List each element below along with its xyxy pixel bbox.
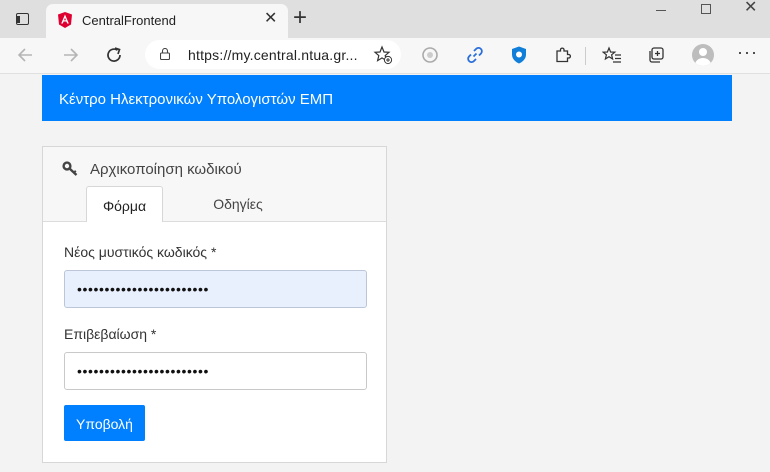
tab-form-label: Φόρμα — [102, 198, 147, 214]
shield-icon[interactable] — [509, 45, 529, 65]
toolbar-separator — [585, 47, 586, 65]
site-header: Κέντρο Ηλεκτρονικών Υπολογιστών ΕΜΠ — [42, 75, 732, 121]
card-header: Αρχικοποίηση κωδικού Φόρμα Οδηγίες — [43, 147, 386, 222]
submit-button[interactable]: Υποβολή — [64, 405, 145, 441]
confirm-password-label: Επιβεβαίωση * — [64, 326, 157, 342]
tab-actions-icon[interactable] — [16, 13, 29, 25]
confirm-password-value: •••••••••••••••••••••••• — [77, 363, 210, 379]
tab-title: CentralFrontend — [82, 13, 176, 28]
confirm-password-field[interactable]: •••••••••••••••••••••••• — [64, 352, 367, 390]
forward-icon[interactable] — [60, 45, 80, 65]
page-content: Κέντρο Ηλεκτρονικών Υπολογιστών ΕΜΠ Αρχι… — [0, 75, 770, 472]
url-text[interactable]: https://my.central.ntua.gr... — [188, 47, 358, 63]
more-options-icon[interactable]: ··· — [737, 42, 758, 62]
tab-instructions[interactable]: Οδηγίες — [198, 196, 278, 212]
profile-avatar[interactable] — [692, 44, 714, 66]
tracking-prevention-icon[interactable] — [420, 45, 440, 65]
link-icon[interactable] — [465, 45, 485, 65]
key-icon — [62, 161, 78, 176]
new-tab-button[interactable]: + — [293, 6, 307, 30]
browser-titlebar: CentralFrontend ✕ + ✕ — [0, 0, 770, 38]
new-password-value: •••••••••••••••••••••••• — [77, 281, 210, 297]
browser-toolbar: https://my.central.ntua.gr... ··· — [0, 38, 770, 74]
site-title: Κέντρο Ηλεκτρονικών Υπολογιστών ΕΜΠ — [59, 91, 334, 108]
browser-tab[interactable]: CentralFrontend ✕ — [46, 4, 288, 38]
address-bar[interactable]: https://my.central.ntua.gr... — [145, 40, 401, 69]
window-close-icon[interactable]: ✕ — [744, 0, 757, 16]
reload-icon[interactable] — [104, 45, 124, 65]
collections-icon[interactable] — [646, 45, 666, 65]
lock-icon[interactable] — [160, 48, 170, 60]
minimize-icon[interactable] — [656, 10, 666, 11]
tab-form[interactable]: Φόρμα — [86, 186, 163, 222]
new-password-field[interactable]: •••••••••••••••••••••••• — [64, 270, 367, 308]
maximize-icon[interactable] — [701, 4, 711, 14]
angular-icon — [58, 12, 72, 28]
submit-button-label: Υποβολή — [76, 416, 133, 432]
new-password-label: Νέος μυστικός κωδικός * — [64, 244, 217, 260]
favorites-icon[interactable] — [602, 45, 622, 65]
extensions-icon[interactable] — [553, 45, 573, 65]
card-title: Αρχικοποίηση κωδικού — [90, 161, 242, 178]
back-icon[interactable] — [16, 45, 36, 65]
password-reset-card: Αρχικοποίηση κωδικού Φόρμα Οδηγίες Νέος … — [42, 146, 387, 463]
close-tab-icon[interactable]: ✕ — [264, 11, 277, 27]
add-favorite-icon[interactable] — [373, 45, 393, 65]
